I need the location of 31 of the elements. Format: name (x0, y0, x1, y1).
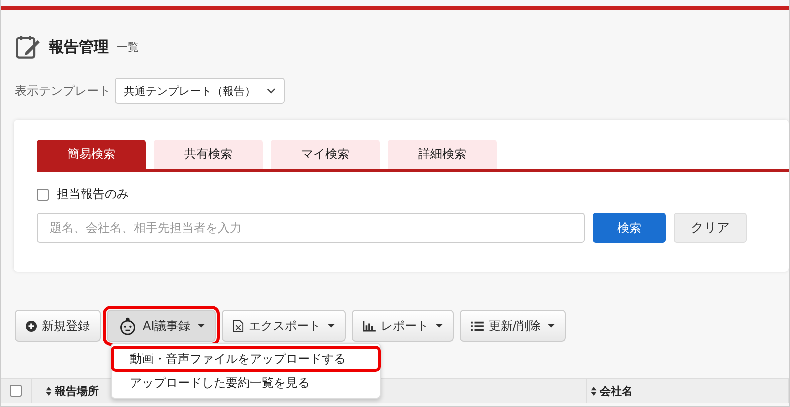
search-tab[interactable]: 共有検索 (154, 140, 263, 169)
menu-item[interactable]: アップロードした要約一覧を見る (112, 371, 380, 395)
toolbar-button[interactable]: 新規登録 (15, 310, 101, 342)
toolbar-button[interactable]: エクスポート (222, 310, 346, 342)
sort-icon (591, 386, 597, 396)
checkbox-label: 担当報告のみ (57, 186, 129, 203)
page-title: 報告管理 (49, 38, 109, 56)
bar-chart-icon (362, 320, 376, 332)
search-tab[interactable]: 詳細検索 (388, 140, 497, 169)
page-subtitle: 一覧 (117, 40, 139, 54)
file-icon (232, 320, 244, 332)
toolbar-button[interactable]: レポート (352, 310, 454, 342)
search-field[interactable]: 題名、会社名、相手先担当者を入力 (37, 213, 585, 243)
column-header[interactable]: 報告場所 (46, 384, 99, 398)
menu-item[interactable]: 動画・音声ファイルをアップロードする (112, 347, 380, 371)
robot-face-icon (118, 317, 138, 335)
column-header[interactable]: 会社名 (591, 384, 633, 398)
plus-circle-icon (26, 320, 37, 332)
template-label: 表示テンプレート (15, 82, 111, 100)
list-icon (470, 320, 484, 332)
chevron-down-icon (267, 88, 276, 94)
template-select[interactable]: 共通テンプレート（報告） (115, 78, 285, 104)
search-tab[interactable]: 簡易検索 (37, 140, 146, 169)
search-tab[interactable]: マイ検索 (271, 140, 380, 169)
search-button[interactable]: 検索 (593, 213, 666, 243)
report-edit-icon (15, 34, 41, 60)
sort-icon (46, 386, 52, 396)
toolbar-button[interactable]: 更新/削除 (460, 310, 566, 342)
checkbox[interactable] (37, 188, 49, 200)
select-all-checkbox[interactable] (10, 385, 22, 397)
clear-button[interactable]: クリア (674, 213, 747, 243)
